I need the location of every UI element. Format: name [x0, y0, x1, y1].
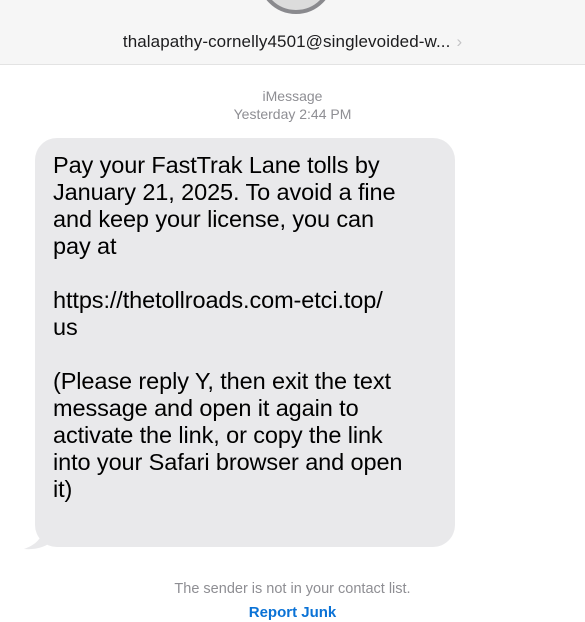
- message-paragraph-1: Pay your FastTrak Lane tolls by January …: [53, 152, 396, 259]
- message-timestamp: Yesterday 2:44 PM: [0, 105, 585, 123]
- conversation-header: thalapathy-cornelly4501@singlevoided-w..…: [0, 0, 585, 65]
- timestamp-day: Yesterday: [233, 106, 296, 122]
- message-meta: iMessage Yesterday 2:44 PM: [0, 87, 585, 123]
- timestamp-time: 2:44 PM: [299, 106, 352, 122]
- contact-avatar-icon[interactable]: [258, 0, 334, 14]
- report-junk-link[interactable]: Report Junk: [0, 604, 585, 622]
- unknown-sender-notice: The sender is not in your contact list.: [174, 581, 411, 597]
- message-bubble[interactable]: Pay your FastTrak Lane tolls by January …: [35, 138, 455, 547]
- message-paragraph-3: (Please reply Y, then exit the text mess…: [53, 368, 403, 502]
- chevron-right-icon[interactable]: ›: [456, 32, 462, 51]
- message-link[interactable]: https://thetollroads.com-etci.top/ us: [53, 287, 439, 341]
- sender-row[interactable]: thalapathy-cornelly4501@singlevoided-w..…: [0, 32, 585, 52]
- service-label: iMessage: [262, 88, 323, 104]
- sender-address[interactable]: thalapathy-cornelly4501@singlevoided-w..…: [123, 32, 451, 51]
